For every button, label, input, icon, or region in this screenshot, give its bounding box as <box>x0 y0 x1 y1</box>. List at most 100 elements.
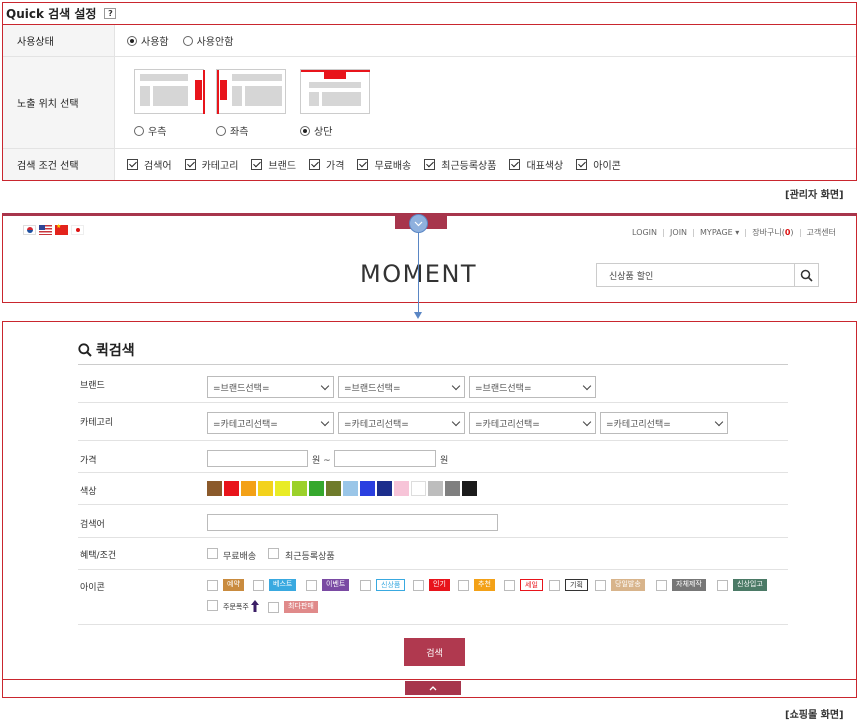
icon-badge: 자체제작 <box>672 579 706 591</box>
icon-checkbox[interactable] <box>207 580 218 591</box>
icon-checkbox[interactable] <box>504 580 515 591</box>
icon-badge: 인기 <box>429 579 450 591</box>
benefit-checkbox-free-shipping[interactable] <box>207 548 218 559</box>
benefit-checkbox-recent[interactable] <box>268 548 279 559</box>
status-radio-on[interactable]: 사용함 <box>127 33 169 48</box>
cond-checkbox[interactable]: 검색어 <box>127 157 172 172</box>
connector-arrow-icon <box>414 312 422 319</box>
icon-checkbox-bestseller[interactable] <box>268 602 279 613</box>
color-swatch[interactable] <box>326 481 341 496</box>
category-select[interactable]: =카테고리선택= <box>338 412 465 434</box>
collapse-tab-button[interactable] <box>405 681 461 695</box>
help-icon[interactable]: ? <box>104 8 117 19</box>
icon-checkbox[interactable] <box>458 580 469 591</box>
brand-label: 브랜드 <box>80 381 105 391</box>
icon-badge: 당일발송 <box>611 579 645 591</box>
china-flag-icon[interactable] <box>55 223 68 235</box>
position-radio-left[interactable]: 좌측 <box>216 123 248 138</box>
usa-flag-icon[interactable] <box>39 225 52 235</box>
position-radio-right[interactable]: 우측 <box>134 123 166 138</box>
icon-checkbox-special[interactable] <box>207 600 218 611</box>
price-min-input[interactable] <box>207 450 308 467</box>
japan-flag-icon[interactable] <box>71 225 84 235</box>
icon-label: 아이콘 <box>80 583 105 593</box>
color-swatch[interactable] <box>360 481 375 496</box>
quick-search-submit-button[interactable]: 검색 <box>404 638 465 666</box>
category-select[interactable]: =카테고리선택= <box>469 412 596 434</box>
brand-select[interactable]: =브랜드선택= <box>469 376 596 398</box>
color-swatch[interactable] <box>428 481 443 496</box>
color-swatch[interactable] <box>241 481 256 496</box>
color-swatch[interactable] <box>292 481 307 496</box>
color-swatch[interactable] <box>411 481 426 496</box>
icon-checkbox[interactable] <box>253 580 264 591</box>
cond-checkbox[interactable]: 최근등록상품 <box>424 157 496 172</box>
header-search-input[interactable]: 신상품 할인 <box>597 269 794 282</box>
icon-checkbox[interactable] <box>306 580 317 591</box>
color-swatch[interactable] <box>394 481 409 496</box>
position-radio-top[interactable]: 상단 <box>300 123 332 138</box>
position-top-thumbnail[interactable] <box>300 69 370 114</box>
cond-checkbox[interactable]: 가격 <box>309 157 344 172</box>
price-max-input[interactable] <box>334 450 436 467</box>
cond-checkbox[interactable]: 무료배송 <box>357 157 411 172</box>
icon-checkbox[interactable] <box>595 580 606 591</box>
category-select[interactable]: =카테고리선택= <box>207 412 334 434</box>
status-radio-off[interactable]: 사용안함 <box>182 33 233 48</box>
panel-divider <box>2 679 857 680</box>
chevron-down-icon <box>582 381 592 391</box>
benefit-free-shipping-label: 무료배송 <box>223 552 257 562</box>
category-select[interactable]: =카테고리선택= <box>600 412 728 434</box>
checkbox-checked-icon <box>251 159 263 170</box>
cart-link[interactable]: 장바구니(0) <box>745 229 799 237</box>
icon-badge: 베스트 <box>269 579 297 591</box>
customer-center-link[interactable]: 고객센터 <box>799 229 842 237</box>
magnifier-icon <box>78 343 92 357</box>
color-swatch[interactable] <box>343 481 358 496</box>
color-swatch[interactable] <box>377 481 392 496</box>
brand-select[interactable]: =브랜드선택= <box>207 376 334 398</box>
cond-checkbox[interactable]: 아이콘 <box>576 157 621 172</box>
color-swatch[interactable] <box>224 481 239 496</box>
checkbox-checked-icon <box>509 159 521 170</box>
icon-checkbox[interactable] <box>656 580 667 591</box>
conditions-row: 검색 조건 선택 검색어 카테고리 브랜드 가격 무료배송 최근등록상품 대표색… <box>3 149 856 180</box>
mypage-link[interactable]: MYPAGE ▾ <box>693 229 745 237</box>
color-swatch[interactable] <box>258 481 273 496</box>
color-label: 색상 <box>80 487 97 497</box>
brand-select[interactable]: =브랜드선택= <box>338 376 465 398</box>
color-swatch[interactable] <box>309 481 324 496</box>
settings-title: Quick 검색 설정 <box>6 7 97 21</box>
color-swatch[interactable] <box>445 481 460 496</box>
keyword-input[interactable] <box>207 514 498 531</box>
up-arrow-icon <box>251 600 259 612</box>
quick-search-panel: 퀵검색 브랜드 =브랜드선택= =브랜드선택= =브랜드선택= 카테고리 =카테… <box>2 321 857 698</box>
quick-search-settings-panel: Quick 검색 설정 ? 사용상태 사용함 사용안함 노출 위치 선택 우측 … <box>2 2 857 181</box>
category-label: 카테고리 <box>80 418 114 428</box>
chevron-down-icon <box>451 381 461 391</box>
color-swatch[interactable] <box>462 481 477 496</box>
icon-checkbox[interactable] <box>549 580 560 591</box>
position-right-thumbnail[interactable] <box>134 69 205 114</box>
cond-checkbox[interactable]: 대표색상 <box>509 157 563 172</box>
cond-checkbox[interactable]: 카테고리 <box>184 157 238 172</box>
login-link[interactable]: LOGIN <box>626 229 663 237</box>
join-link[interactable]: JOIN <box>663 229 693 237</box>
korea-flag-icon[interactable] <box>23 225 36 235</box>
search-icon[interactable] <box>794 264 818 286</box>
price-unit-from: 원 ~ <box>312 456 331 466</box>
icon-checkbox[interactable] <box>413 580 424 591</box>
top-nav: LOGIN JOIN MYPAGE ▾ 장바구니(0) 고객센터 <box>626 229 842 237</box>
color-swatch[interactable] <box>275 481 290 496</box>
status-row: 사용상태 사용함 사용안함 <box>3 25 856 57</box>
radio-icon <box>134 125 144 136</box>
keyword-label: 검색어 <box>80 520 105 530</box>
icon-checkbox[interactable] <box>717 580 728 591</box>
cond-checkbox[interactable]: 브랜드 <box>251 157 296 172</box>
position-left-thumbnail[interactable] <box>216 69 286 114</box>
category-row: 카테고리 =카테고리선택= =카테고리선택= =카테고리선택= =카테고리선택= <box>78 403 788 441</box>
icon-checkbox[interactable] <box>360 580 371 591</box>
color-swatch[interactable] <box>207 481 222 496</box>
status-label: 사용상태 <box>3 25 115 56</box>
conditions-options: 검색어 카테고리 브랜드 가격 무료배송 최근등록상품 대표색상 아이콘 <box>115 149 856 180</box>
